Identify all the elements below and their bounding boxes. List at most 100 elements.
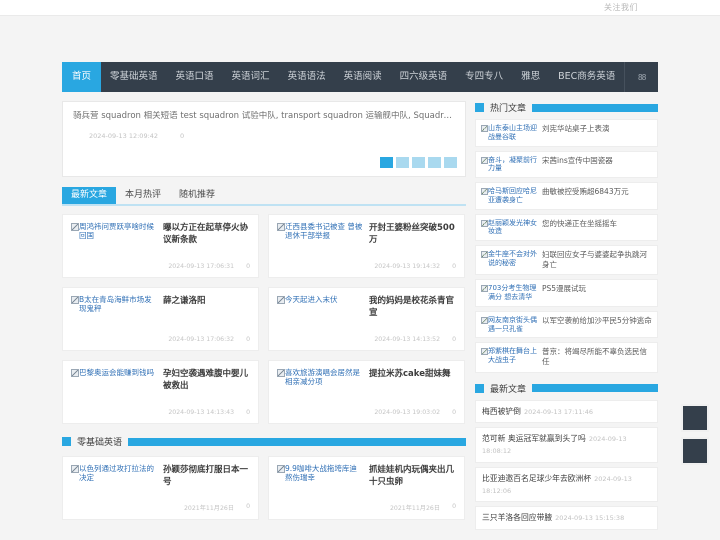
broken-image-icon: 奋斗，凝聚前行力量 — [481, 156, 537, 174]
nav-item-ielts[interactable]: 雅思 — [512, 62, 549, 92]
article-meta: 2021年11月26日 0 — [369, 495, 456, 512]
article-title[interactable]: 薛之谦洛阳 — [163, 295, 250, 307]
sidebar: 热门文章 山东泰山主场迎战曼谷联 刘宪华站桌子上表演 奋斗，凝聚前行力量 宋茜i… — [475, 101, 658, 530]
article-card[interactable]: 迁西县委书记被查 曾被退休干部举报 开封王婆粉丝突破500万 2024-09-1… — [268, 214, 465, 278]
broken-image-icon: 703分考生物理满分 想去清华 — [481, 284, 537, 302]
list-item-time: 2024-09-13 17:11:46 — [523, 407, 594, 416]
slider-dot-4[interactable] — [428, 157, 441, 168]
article-card[interactable]: 9.9咖啡大战拖垮库迪熬伤瑞幸 抓娃娃机内玩偶夹出几十只虫卵 2021年11月2… — [268, 456, 465, 520]
article-title[interactable]: 抓娃娃机内玩偶夹出几十只虫卵 — [369, 464, 456, 489]
article-card[interactable]: 巴黎奥运会能赚到钱吗 孕妇空袭遇难腹中婴儿被救出 2024-09-13 14:1… — [62, 360, 259, 424]
article-body: 孙颖莎彻底打服日本一号 2021年11月26日 0 — [163, 464, 250, 512]
tab-monthly-hot[interactable]: 本月热评 — [116, 187, 170, 204]
list-item[interactable]: 金牛座不会对外说的秘密 妇联回应女子与婆婆起争执跳河身亡 — [475, 245, 658, 276]
nav-item-zero-basics[interactable]: 零基础英语 — [101, 62, 167, 92]
tab-latest-articles[interactable]: 最新文章 — [62, 187, 117, 204]
broken-image-icon: 哈马斯回应哈尼亚遭袭身亡 — [481, 187, 537, 205]
nav-item-tem[interactable]: 专四专八 — [456, 62, 512, 92]
nav-item-vocabulary[interactable]: 英语词汇 — [223, 62, 279, 92]
article-date: 2024-09-13 19:03:02 — [374, 409, 441, 416]
article-meta: 2021年11月26日 0 — [163, 495, 250, 512]
list-item-title[interactable]: 妇联回应女子与婆婆起争执跳河身亡 — [542, 250, 652, 270]
slider-title[interactable]: 骑兵营 squadron 相关短语 test squadron 试验中队, tr… — [73, 111, 455, 122]
broken-image-icon: 山东泰山主场迎战曼谷联 — [481, 124, 537, 142]
main-navigation: 首页 零基础英语 英语口语 英语词汇 英语语法 英语阅读 四六级英语 专四专八 … — [62, 62, 658, 92]
broken-image-icon: 喜欢旅游演唱会居然是相亲减分项 — [277, 368, 363, 416]
back-to-top-button[interactable] — [681, 404, 709, 432]
nav-item-reading[interactable]: 英语阅读 — [335, 62, 391, 92]
article-title[interactable]: 提拉米苏cake甜妹舞 — [369, 368, 456, 380]
article-card[interactable]: 周鸿祎问贾跃亭啥时候回国 曝以方正在起草停火协议新条款 2024-09-13 1… — [62, 214, 259, 278]
list-item[interactable]: 奋斗，凝聚前行力量 宋茜ins宣传中国瓷器 — [475, 150, 658, 178]
list-item[interactable]: 郑紫棋在舞台上大战虫子 普京：将竭尽所能不辜负选民信任 — [475, 342, 658, 373]
nav-label: 首页 — [72, 71, 92, 83]
article-meta: 2024-09-13 19:03:02 0 — [369, 401, 456, 416]
list-item-title[interactable]: 比亚迪邀百名足球少年去欧洲杯 — [482, 474, 591, 483]
hot-article-list: 山东泰山主场迎战曼谷联 刘宪华站桌子上表演 奋斗，凝聚前行力量 宋茜ins宣传中… — [475, 119, 658, 373]
article-card[interactable]: B太在青岛海鲜市场发现鬼秤 薛之谦洛阳 2024-09-13 17:06:32 … — [62, 287, 259, 351]
list-item[interactable]: 哈马斯回应哈尼亚遭袭身亡 曲敏被控受贿超6843万元 — [475, 182, 658, 210]
nav-item-cet[interactable]: 四六级英语 — [391, 62, 457, 92]
list-item[interactable]: 网友南京街头偶遇一只孔雀 以军空袭前给加沙平民5分钟逃命 — [475, 310, 658, 339]
widget-title: 最新文章 — [490, 384, 527, 395]
article-body: 开封王婆粉丝突破500万 2024-09-13 19:14:32 0 — [369, 222, 456, 270]
list-item-title[interactable]: 梅西被铲倒 — [482, 407, 521, 416]
list-item[interactable]: 三只羊洛各回应带腋 2024-09-13 15:15:38 — [475, 506, 658, 530]
article-title[interactable]: 孙颖莎彻底打服日本一号 — [163, 464, 250, 489]
broken-image-icon: B太在青岛海鲜市场发现鬼秤 — [71, 295, 157, 343]
slider-pagination — [380, 157, 457, 168]
slider-dot-2[interactable] — [396, 157, 409, 168]
article-comment-count: 0 — [246, 336, 250, 343]
main-column: 骑兵营 squadron 相关短语 test squadron 试验中队, tr… — [62, 101, 466, 520]
follow-us-link[interactable]: 关注我们 — [604, 2, 638, 13]
article-body: 抓娃娃机内玩偶夹出几十只虫卵 2021年11月26日 0 — [369, 464, 456, 512]
list-item-time: 2024-09-13 15:15:38 — [555, 514, 625, 523]
article-title[interactable]: 我的妈妈是校花杀青官宣 — [369, 295, 456, 320]
list-item-title[interactable]: 三只羊洛各回应带腋 — [482, 513, 552, 522]
nav-item-bec[interactable]: BEC商务英语 — [549, 62, 624, 92]
broken-image-icon: 以色列通过攻打拉法的决定 — [71, 464, 157, 512]
broken-image-icon: 赵丽颖发光神女妆造 — [481, 219, 537, 237]
qr-code-button[interactable] — [681, 437, 709, 465]
article-card[interactable]: 以色列通过攻打拉法的决定 孙颖莎彻底打服日本一号 2021年11月26日 0 — [62, 456, 259, 520]
section-bullet-icon — [475, 383, 484, 393]
article-body: 薛之谦洛阳 2024-09-13 17:06:32 0 — [163, 295, 250, 343]
article-title[interactable]: 孕妇空袭遇难腹中婴儿被救出 — [163, 368, 250, 393]
nav-label: 四六级英语 — [399, 71, 448, 83]
list-item-title[interactable]: 范可新 奥运冠军就赢到头了吗 — [482, 434, 586, 443]
broken-image-icon: 郑紫棋在舞台上大战虫子 — [481, 347, 537, 365]
list-item[interactable]: 703分考生物理满分 想去清华 PS5漫展试玩 — [475, 279, 658, 307]
article-title[interactable]: 曝以方正在起草停火协议新条款 — [163, 222, 250, 247]
featured-slider[interactable]: 骑兵营 squadron 相关短语 test squadron 试验中队, tr… — [62, 101, 466, 177]
tab-random-recommend[interactable]: 随机推荐 — [170, 187, 224, 204]
list-item[interactable]: 梅西被铲倒 2024-09-13 17:11:46 — [475, 399, 658, 424]
nav-item-grammar[interactable]: 英语语法 — [279, 62, 335, 92]
slider-dot-1[interactable] — [380, 157, 393, 168]
list-item-title[interactable]: 刘宪华站桌子上表演 — [542, 124, 652, 134]
slider-dot-3[interactable] — [412, 157, 425, 168]
article-date: 2024-09-13 19:14:32 — [374, 263, 441, 270]
list-item-title[interactable]: 普京：将竭尽所能不辜负选民信任 — [542, 347, 652, 367]
list-item[interactable]: 山东泰山主场迎战曼谷联 刘宪华站桌子上表演 — [475, 119, 658, 147]
article-title[interactable]: 开封王婆粉丝突破500万 — [369, 222, 456, 247]
list-item-title[interactable]: 宋茜ins宣传中国瓷器 — [542, 156, 652, 166]
article-card[interactable]: 今天起进入末伏 我的妈妈是校花杀青官宣 2024-09-13 14:13:52 … — [268, 287, 465, 351]
article-card[interactable]: 喜欢旅游演唱会居然是相亲减分项 提拉米苏cake甜妹舞 2024-09-13 1… — [268, 360, 465, 424]
broken-image-icon: 9.9咖啡大战拖垮库迪熬伤瑞幸 — [277, 464, 363, 512]
nav-item-home[interactable]: 首页 — [62, 62, 102, 92]
nav-item-spoken[interactable]: 英语口语 — [167, 62, 223, 92]
search-icon[interactable]: 88 — [624, 62, 658, 92]
nav-label: 英语语法 — [287, 71, 326, 83]
slider-dot-5[interactable] — [444, 157, 457, 168]
list-item[interactable]: 赵丽颖发光神女妆造 您的快递正在坐摇摇车 — [475, 213, 658, 241]
list-item-title[interactable]: 以军空袭前给加沙平民5分钟逃命 — [542, 316, 652, 326]
list-item[interactable]: 比亚迪邀百名足球少年去欧洲杯 2024-09-13 18:12:06 — [475, 466, 658, 503]
article-meta: 2024-09-13 17:06:31 0 — [163, 255, 250, 270]
article-comment-count: 0 — [452, 409, 456, 416]
list-item-title[interactable]: 您的快递正在坐摇摇车 — [542, 219, 652, 229]
broken-image-icon: 巴黎奥运会能赚到钱吗 — [71, 368, 157, 416]
list-item-title[interactable]: PS5漫展试玩 — [542, 284, 652, 294]
article-date: 2021年11月26日 — [184, 505, 235, 512]
list-item[interactable]: 范可新 奥运冠军就赢到头了吗 2024-09-13 18:08:12 — [475, 427, 658, 463]
list-item-title[interactable]: 曲敏被控受贿超6843万元 — [542, 187, 652, 197]
